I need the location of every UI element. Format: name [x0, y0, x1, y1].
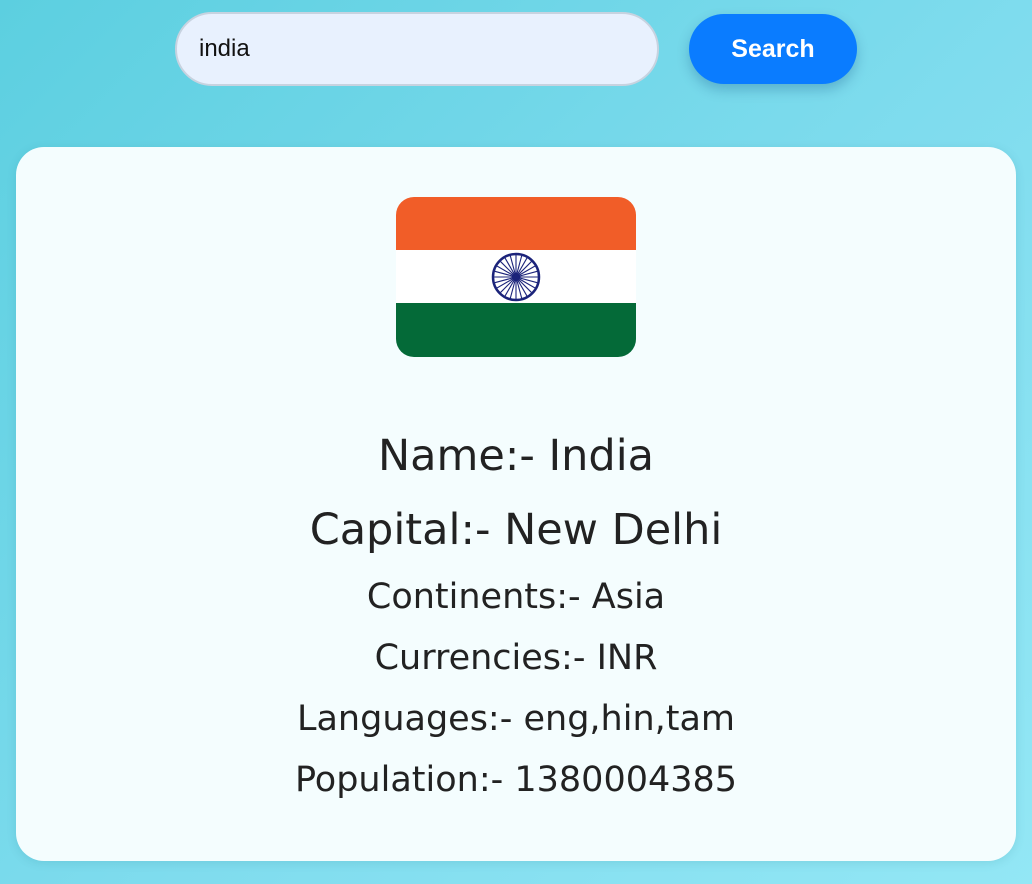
- india-flag-icon: [396, 197, 636, 357]
- search-button[interactable]: Search: [689, 14, 857, 84]
- search-input[interactable]: [175, 12, 659, 86]
- search-bar: Search: [175, 12, 859, 88]
- country-info: Name:- India Capital:- New Delhi Contine…: [16, 419, 1016, 811]
- country-capital: Capital:- New Delhi: [309, 505, 723, 555]
- country-currencies: Currencies:- INR: [374, 638, 658, 678]
- country-population: Population:- 1380004385: [294, 760, 738, 800]
- country-languages: Languages:- eng,hin,tam: [296, 699, 736, 739]
- country-name: Name:- India: [377, 431, 655, 481]
- country-continents: Continents:- Asia: [366, 577, 666, 617]
- country-card: Name:- India Capital:- New Delhi Contine…: [16, 147, 1016, 861]
